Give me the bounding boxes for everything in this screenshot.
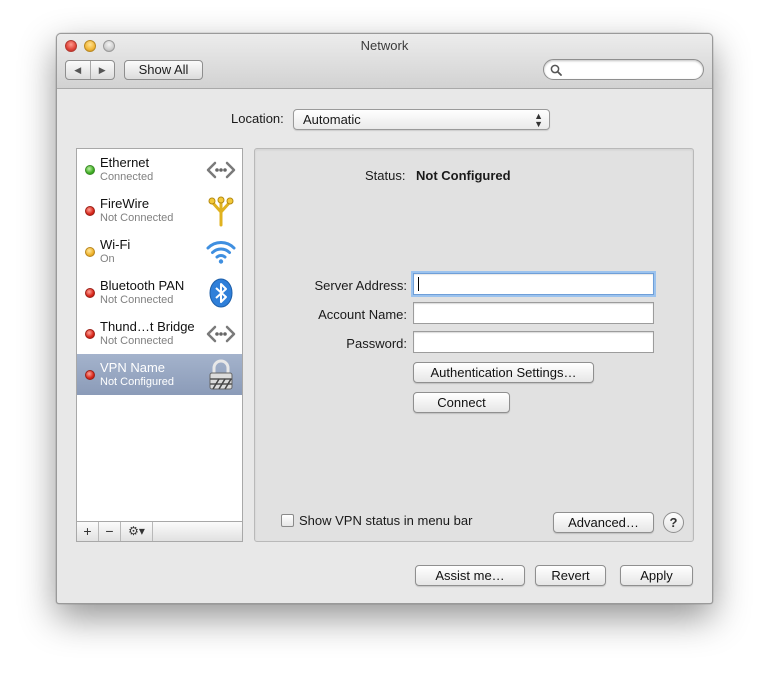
service-status: On (100, 253, 115, 265)
window-title: Network (360, 38, 409, 53)
service-item-wifi[interactable]: Wi-Fi On (77, 231, 242, 272)
service-name: Ethernet (100, 155, 150, 170)
service-status: Not Configured (100, 376, 174, 388)
vpn-lock-icon (209, 359, 233, 390)
network-preferences-window: Network ◀ ▶ Show All Location: Automatic… (56, 33, 713, 604)
service-item-ethernet[interactable]: Ethernet Connected (77, 149, 242, 190)
ethernet-arrows-icon (206, 325, 236, 343)
location-label: Location: (231, 111, 284, 126)
server-address-label: Server Address: (314, 278, 408, 293)
search-input[interactable] (543, 59, 704, 80)
service-name: Wi-Fi (100, 237, 131, 252)
service-status: Not Connected (100, 294, 174, 306)
wifi-icon (206, 241, 236, 264)
firewire-icon (208, 196, 234, 227)
service-name: VPN Name (100, 360, 166, 375)
server-address-field[interactable] (413, 273, 654, 295)
account-name-field[interactable] (413, 302, 654, 324)
show-vpn-status-label: Show VPN status in menu bar (299, 513, 473, 528)
status-dot-green (85, 165, 95, 175)
status-dot-red (85, 329, 95, 339)
apply-button[interactable]: Apply (620, 565, 693, 586)
back-button[interactable]: ◀ (66, 61, 91, 79)
remove-service-button[interactable]: − (99, 522, 121, 541)
titlebar: Network ◀ ▶ Show All (57, 34, 712, 89)
authentication-settings-button[interactable]: Authentication Settings… (413, 362, 594, 383)
show-all-button[interactable]: Show All (124, 60, 203, 80)
location-value: Automatic (303, 112, 361, 127)
password-label: Password: (346, 336, 407, 351)
password-field[interactable] (413, 331, 654, 353)
status-dot-red (85, 288, 95, 298)
service-list[interactable]: Ethernet Connected FireWire Not Connecte… (76, 148, 243, 522)
gear-menu-button[interactable]: ⚙▾ (121, 522, 153, 541)
show-vpn-status-checkbox[interactable] (281, 514, 294, 527)
account-name-label: Account Name: (318, 307, 407, 322)
forward-button[interactable]: ▶ (91, 61, 115, 79)
status-dot-red (85, 370, 95, 380)
help-button[interactable]: ? (663, 512, 684, 533)
location-popup[interactable]: Automatic ▲ ▼ (293, 109, 550, 130)
status-dot-yellow (85, 247, 95, 257)
status-value: Not Configured (416, 168, 511, 183)
text-caret (418, 277, 419, 291)
assist-me-button[interactable]: Assist me… (415, 565, 525, 586)
status-dot-red (85, 206, 95, 216)
service-name: Thund…t Bridge (100, 319, 195, 334)
search-icon (550, 64, 562, 76)
service-list-controls: + − ⚙▾ (76, 521, 243, 542)
updown-arrows-icon: ▲ ▼ (534, 111, 543, 129)
service-item-firewire[interactable]: FireWire Not Connected (77, 190, 242, 231)
back-forward-control: ◀ ▶ (65, 60, 115, 80)
add-service-button[interactable]: + (77, 522, 99, 541)
service-status: Not Connected (100, 212, 174, 224)
service-item-bluetooth-pan[interactable]: Bluetooth PAN Not Connected (77, 272, 242, 313)
revert-button[interactable]: Revert (535, 565, 606, 586)
vpn-config-panel: Status: Not Configured Server Address: A… (254, 148, 694, 542)
service-status: Not Connected (100, 335, 174, 347)
service-name: Bluetooth PAN (100, 278, 185, 293)
show-vpn-status-row[interactable]: Show VPN status in menu bar (281, 513, 472, 528)
service-item-vpn[interactable]: VPN Name Not Configured (77, 354, 242, 395)
advanced-button[interactable]: Advanced… (553, 512, 654, 533)
service-status: Connected (100, 171, 154, 183)
ethernet-arrows-icon (206, 161, 236, 179)
connect-button[interactable]: Connect (413, 392, 510, 413)
service-item-thunderbolt-bridge[interactable]: Thund…t Bridge Not Connected (77, 313, 242, 354)
status-label: Status: (365, 168, 406, 183)
bluetooth-icon (209, 278, 233, 308)
service-name: FireWire (100, 196, 150, 211)
